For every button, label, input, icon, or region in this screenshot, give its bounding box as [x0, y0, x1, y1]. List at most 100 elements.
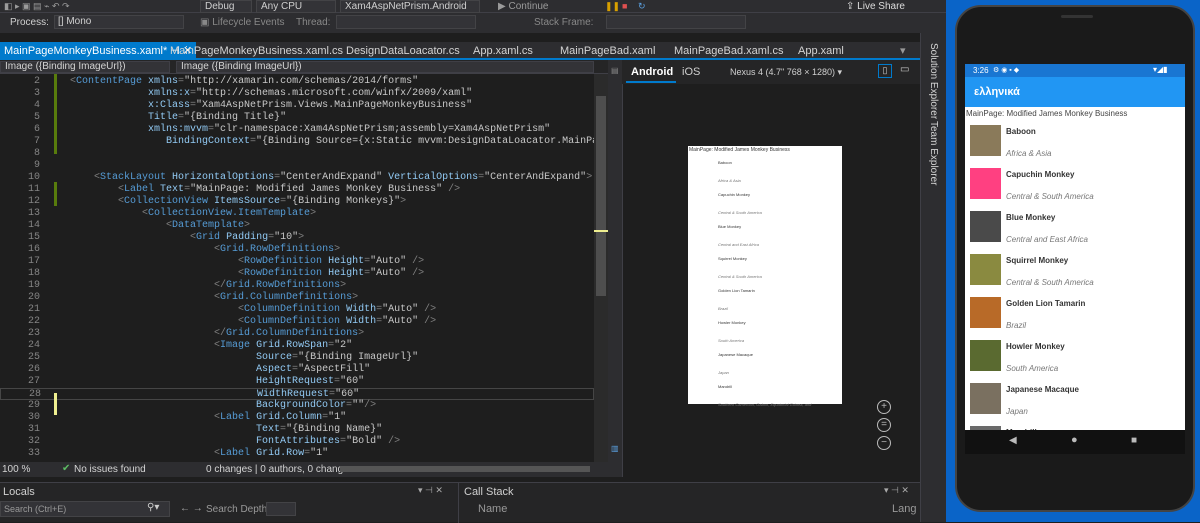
- monkey-location: South America: [1006, 364, 1059, 373]
- tab-mainpagemonkeybusiness-cs[interactable]: MainPageMonkeyBusiness.xaml.cs: [170, 42, 343, 60]
- stack-frame-dropdown[interactable]: [606, 15, 746, 29]
- zoom-in-icon[interactable]: +: [877, 400, 891, 414]
- thread-dropdown[interactable]: [336, 15, 476, 29]
- code-line[interactable]: 6 xmlns:mvvm="clr-namespace:Xam4AspNetPr…: [0, 124, 594, 136]
- code-line[interactable]: 17 <RowDefinition Height="Auto" />: [0, 256, 594, 268]
- code-line[interactable]: 23 </Grid.ColumnDefinitions>: [0, 328, 594, 340]
- column-lang[interactable]: Lang: [892, 503, 916, 515]
- code-line[interactable]: 3 xmlns:x="http://schemas.microsoft.com/…: [0, 88, 594, 100]
- preview-item-name: Squirrel Monkey: [718, 256, 747, 261]
- code-line[interactable]: 29 BackgroundColor=""/>: [0, 400, 594, 412]
- locals-window-controls[interactable]: ▾ ⊣ ✕: [418, 485, 443, 496]
- code-line[interactable]: 31 Text="{Binding Name}": [0, 424, 594, 436]
- solution-explorer-tab[interactable]: Solution Explorer: [928, 43, 939, 119]
- landscape-icon[interactable]: ▭: [900, 64, 909, 75]
- code-line[interactable]: 5 Title="{Binding Title}": [0, 112, 594, 124]
- code-line[interactable]: 32 FontAttributes="Bold" />: [0, 436, 594, 448]
- search-depth-dropdown[interactable]: [266, 502, 296, 516]
- changes-status[interactable]: 0 changes | 0 authors, 0 changes: [206, 464, 354, 475]
- monkey-list-item[interactable]: Japanese Macaque Japan: [965, 381, 1185, 424]
- monkey-list-item[interactable]: Howler Monkey South America: [965, 338, 1185, 381]
- code-line[interactable]: 10 <StackLayout HorizontalOptions="Cente…: [0, 172, 594, 184]
- split-icon[interactable]: ▤: [611, 66, 619, 75]
- live-share-button[interactable]: ⇪ Live Share: [846, 1, 905, 12]
- code-line[interactable]: 22 <ColumnDefinition Width="Auto" />: [0, 316, 594, 328]
- team-explorer-tab[interactable]: Team Explorer: [928, 121, 939, 185]
- tab-mainpagemonkeybusiness-xaml[interactable]: MainPageMonkeyBusiness.xaml* ⊣ ✕: [0, 42, 197, 60]
- code-line[interactable]: 20 <Grid.ColumnDefinitions>: [0, 292, 594, 304]
- lifecycle-events-button[interactable]: ▣ Lifecycle Events: [200, 17, 285, 28]
- monkey-list-item[interactable]: Blue Monkey Central and East Africa: [965, 209, 1185, 252]
- code-line[interactable]: 25 Source="{Binding ImageUrl}": [0, 352, 594, 364]
- scrollbar-thumb[interactable]: [596, 96, 606, 296]
- horizontal-scrollbar[interactable]: [340, 466, 590, 472]
- layout-icon[interactable]: ▥: [611, 444, 619, 453]
- callstack-window-controls[interactable]: ▾ ⊣ ✕: [884, 485, 909, 496]
- code-line[interactable]: 8: [0, 148, 594, 160]
- line-number: 23: [27, 328, 40, 339]
- issues-status[interactable]: No issues found: [74, 464, 146, 475]
- editor-nav-bar: Image ({Binding ImageUrl}) Image ({Bindi…: [0, 60, 608, 74]
- platform-dropdown[interactable]: Any CPU: [256, 0, 336, 13]
- stop-icon[interactable]: ■: [622, 1, 627, 11]
- tab-overflow-icon[interactable]: ▾: [900, 44, 906, 57]
- pause-icon[interactable]: ❚❚: [605, 1, 620, 12]
- zoom-level[interactable]: 100 %: [2, 464, 30, 475]
- code-line[interactable]: 13 <CollectionView.ItemTemplate>: [0, 208, 594, 220]
- xaml-code-editor[interactable]: 2 <ContentPage xmlns="http://xamarin.com/…: [0, 74, 608, 462]
- code-text: BackgroundColor=""/>: [256, 400, 377, 411]
- splitter[interactable]: ▤ ▥: [608, 60, 622, 477]
- continue-button[interactable]: ▶ Continue: [498, 1, 549, 12]
- monkey-list-item[interactable]: Squirrel Monkey Central & South America: [965, 252, 1185, 295]
- monkey-list-item[interactable]: Capuchin Monkey Central & South America: [965, 166, 1185, 209]
- code-line[interactable]: 9: [0, 160, 594, 172]
- process-dropdown[interactable]: [] Mono: [54, 15, 184, 29]
- zoom-fit-icon[interactable]: =: [877, 418, 891, 432]
- monkey-list-item[interactable]: Baboon Africa & Asia: [965, 123, 1185, 166]
- tab-mainpagebad-xaml[interactable]: MainPageBad.xaml: [560, 42, 655, 60]
- code-line[interactable]: 21 <ColumnDefinition Width="Auto" />: [0, 304, 594, 316]
- tab-app-xaml[interactable]: App.xaml: [798, 42, 844, 60]
- code-line[interactable]: 18 <RowDefinition Height="Auto" />: [0, 268, 594, 280]
- code-line[interactable]: 26 Aspect="AspectFill": [0, 364, 594, 376]
- toolbar-icons[interactable]: ◧ ▸ ▣ ▤ ⌁ ↶ ↷: [4, 1, 70, 12]
- device-dropdown[interactable]: Nexus 4 (4.7" 768 × 1280) ▾: [730, 67, 842, 78]
- nav-arrows[interactable]: ← →: [180, 503, 203, 514]
- code-line[interactable]: 7 BindingContext="{Binding Source={x:Sta…: [0, 136, 608, 148]
- code-line[interactable]: 28 WidthRequest="60": [0, 388, 594, 400]
- tab-android[interactable]: Android: [631, 66, 673, 78]
- nav-member-dropdown[interactable]: Image ({Binding ImageUrl}): [176, 61, 594, 73]
- tab-designdataloacator[interactable]: DesignDataLoacator.cs: [346, 42, 460, 60]
- code-line[interactable]: 11 <Label Text="MainPage: Modified James…: [0, 184, 594, 196]
- search-icon[interactable]: ⚲▾: [147, 502, 159, 513]
- tab-mainpagebad-cs[interactable]: MainPageBad.xaml.cs: [674, 42, 783, 60]
- config-dropdown[interactable]: Debug: [200, 0, 252, 13]
- code-line[interactable]: 19 </Grid.RowDefinitions>: [0, 280, 594, 292]
- code-line[interactable]: 33 <Label Grid.Row="1": [0, 448, 594, 460]
- column-name[interactable]: Name: [478, 503, 507, 515]
- code-line[interactable]: 24 <Image Grid.RowSpan="2": [0, 340, 594, 352]
- code-line[interactable]: 12 <CollectionView ItemsSource="{Binding…: [0, 196, 594, 208]
- project-dropdown[interactable]: Xam4AspNetPrism.Android: [340, 0, 480, 13]
- code-line[interactable]: 15 <Grid Padding="10">: [0, 232, 594, 244]
- code-line[interactable]: 4 x:Class="Xam4AspNetPrism.Views.MainPag…: [0, 100, 594, 112]
- monkey-list-item[interactable]: Golden Lion Tamarin Brazil: [965, 295, 1185, 338]
- tab-app-xaml-cs[interactable]: App.xaml.cs: [473, 42, 533, 60]
- restart-icon[interactable]: ↻: [638, 1, 646, 12]
- search-placeholder: Search (Ctrl+E): [4, 504, 67, 514]
- portrait-icon[interactable]: ▯: [878, 64, 892, 78]
- nav-scope-dropdown[interactable]: Image ({Binding ImageUrl}): [0, 61, 170, 73]
- line-number: 12: [27, 196, 40, 207]
- code-line[interactable]: 16 <Grid.RowDefinitions>: [0, 244, 594, 256]
- code-line[interactable]: 2 <ContentPage xmlns="http://xamarin.com/…: [0, 76, 594, 88]
- back-icon[interactable]: ◀: [1009, 435, 1017, 446]
- code-line[interactable]: 27 HeightRequest="60": [0, 376, 594, 388]
- code-line[interactable]: 30 <Label Grid.Column="1": [0, 412, 594, 424]
- home-icon[interactable]: ●: [1071, 434, 1078, 446]
- zoom-out-icon[interactable]: −: [877, 436, 891, 450]
- editor-scrollbar[interactable]: [594, 74, 608, 462]
- tab-ios[interactable]: iOS: [682, 66, 700, 78]
- code-line[interactable]: 14 <DataTemplate>: [0, 220, 594, 232]
- recents-icon[interactable]: ■: [1131, 435, 1137, 446]
- locals-search-input[interactable]: Search (Ctrl+E) ⚲▾: [0, 501, 170, 517]
